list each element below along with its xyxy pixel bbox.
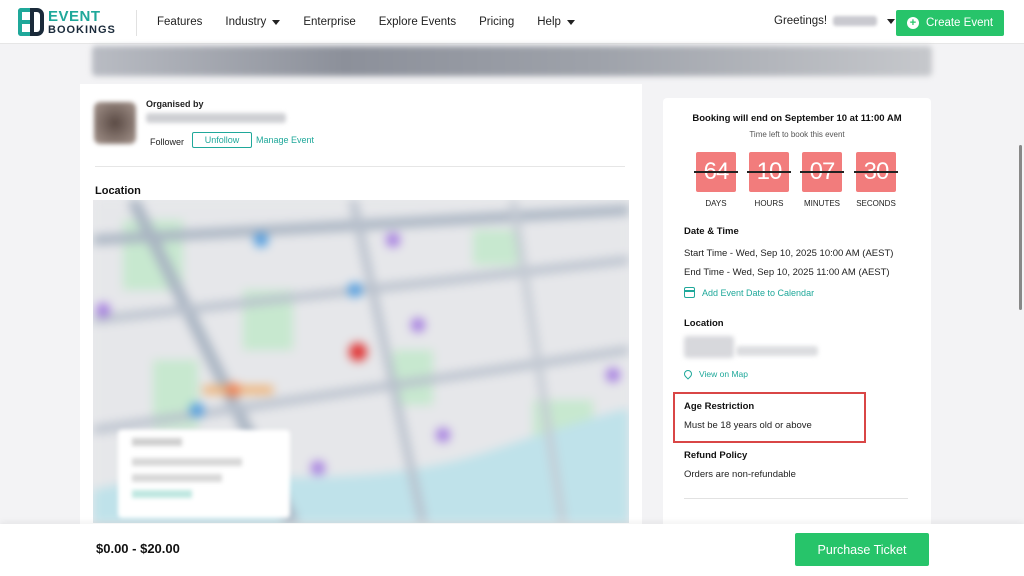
countdown-seconds-label: SECONDS bbox=[856, 199, 896, 208]
manage-event-link[interactable]: Manage Event bbox=[256, 135, 314, 145]
start-time-text: Start Time - Wed, Sep 10, 2025 10:00 AM … bbox=[684, 248, 894, 259]
chevron-down-icon bbox=[887, 18, 896, 24]
main-nav: Features Industry Enterprise Explore Eve… bbox=[157, 0, 598, 44]
price-range: $0.00 - $20.00 bbox=[96, 541, 180, 556]
venue-heading: Location bbox=[684, 318, 724, 329]
follower-label: Follower bbox=[150, 137, 185, 147]
page-scrollbar[interactable] bbox=[1019, 145, 1022, 310]
header-divider bbox=[136, 10, 137, 36]
location-heading: Location bbox=[95, 185, 141, 197]
countdown-minutes: 07 bbox=[800, 152, 844, 192]
logo-text-line2: BOOKINGS bbox=[48, 23, 116, 36]
countdown-minutes-label: MINUTES bbox=[804, 199, 840, 208]
purchase-ticket-button[interactable]: Purchase Ticket bbox=[795, 533, 929, 566]
nav-pricing[interactable]: Pricing bbox=[479, 16, 514, 28]
user-name-redacted bbox=[833, 16, 878, 26]
age-restriction-text: Must be 18 years old or above bbox=[684, 420, 812, 431]
plus-icon: + bbox=[906, 17, 919, 29]
nav-industry[interactable]: Industry bbox=[225, 16, 281, 28]
map-pin-icon bbox=[682, 368, 694, 380]
nav-enterprise[interactable]: Enterprise bbox=[303, 16, 355, 28]
create-event-button[interactable]: + Create Event bbox=[896, 10, 1004, 36]
event-title-banner-redacted bbox=[92, 46, 932, 76]
venue-name-redacted bbox=[684, 336, 734, 358]
nav-explore-events[interactable]: Explore Events bbox=[379, 16, 456, 28]
age-restriction-heading: Age Restriction bbox=[684, 401, 755, 412]
countdown-hours-label: HOURS bbox=[754, 199, 784, 208]
countdown-days: 64 bbox=[694, 152, 738, 192]
organised-by-label: Organised by bbox=[146, 99, 204, 109]
venue-address-redacted bbox=[736, 346, 818, 356]
user-menu[interactable]: Greetings! bbox=[774, 15, 896, 27]
nav-features[interactable]: Features bbox=[157, 16, 202, 28]
refund-policy-text: Orders are non-refundable bbox=[684, 469, 796, 480]
countdown-days-label: DAYS bbox=[705, 199, 727, 208]
top-navbar: EVENT BOOKINGS Features Industry Enterpr… bbox=[0, 0, 1024, 44]
booking-end-text: Booking will end on September 10 at 11:0… bbox=[692, 113, 902, 124]
nav-help[interactable]: Help bbox=[537, 16, 575, 28]
add-to-calendar-link[interactable]: Add Event Date to Calendar bbox=[684, 287, 814, 298]
organiser-avatar[interactable] bbox=[94, 102, 136, 144]
view-on-map-link[interactable]: View on Map bbox=[682, 368, 748, 380]
organiser-name-redacted[interactable] bbox=[146, 113, 286, 123]
greeting-text: Greetings! bbox=[774, 15, 828, 27]
end-time-text: End Time - Wed, Sep 10, 2025 11:00 AM (A… bbox=[684, 267, 890, 278]
countdown-seconds: 30 bbox=[854, 152, 898, 192]
map-info-card-redacted bbox=[118, 430, 290, 518]
countdown-hours: 10 bbox=[747, 152, 791, 192]
divider bbox=[684, 498, 908, 499]
divider bbox=[95, 166, 625, 167]
logo-icon bbox=[18, 8, 44, 36]
calendar-icon bbox=[684, 287, 695, 298]
time-left-label: Time left to book this event bbox=[749, 130, 845, 139]
unfollow-button[interactable]: Unfollow bbox=[192, 132, 252, 148]
age-restriction-highlight bbox=[673, 392, 866, 443]
refund-policy-heading: Refund Policy bbox=[684, 450, 748, 461]
chevron-down-icon bbox=[566, 19, 575, 25]
chevron-down-icon bbox=[272, 19, 281, 25]
logo-text-line1: EVENT bbox=[48, 7, 101, 25]
event-bookings-logo[interactable]: EVENT BOOKINGS bbox=[18, 8, 116, 36]
date-time-heading: Date & Time bbox=[684, 226, 739, 237]
